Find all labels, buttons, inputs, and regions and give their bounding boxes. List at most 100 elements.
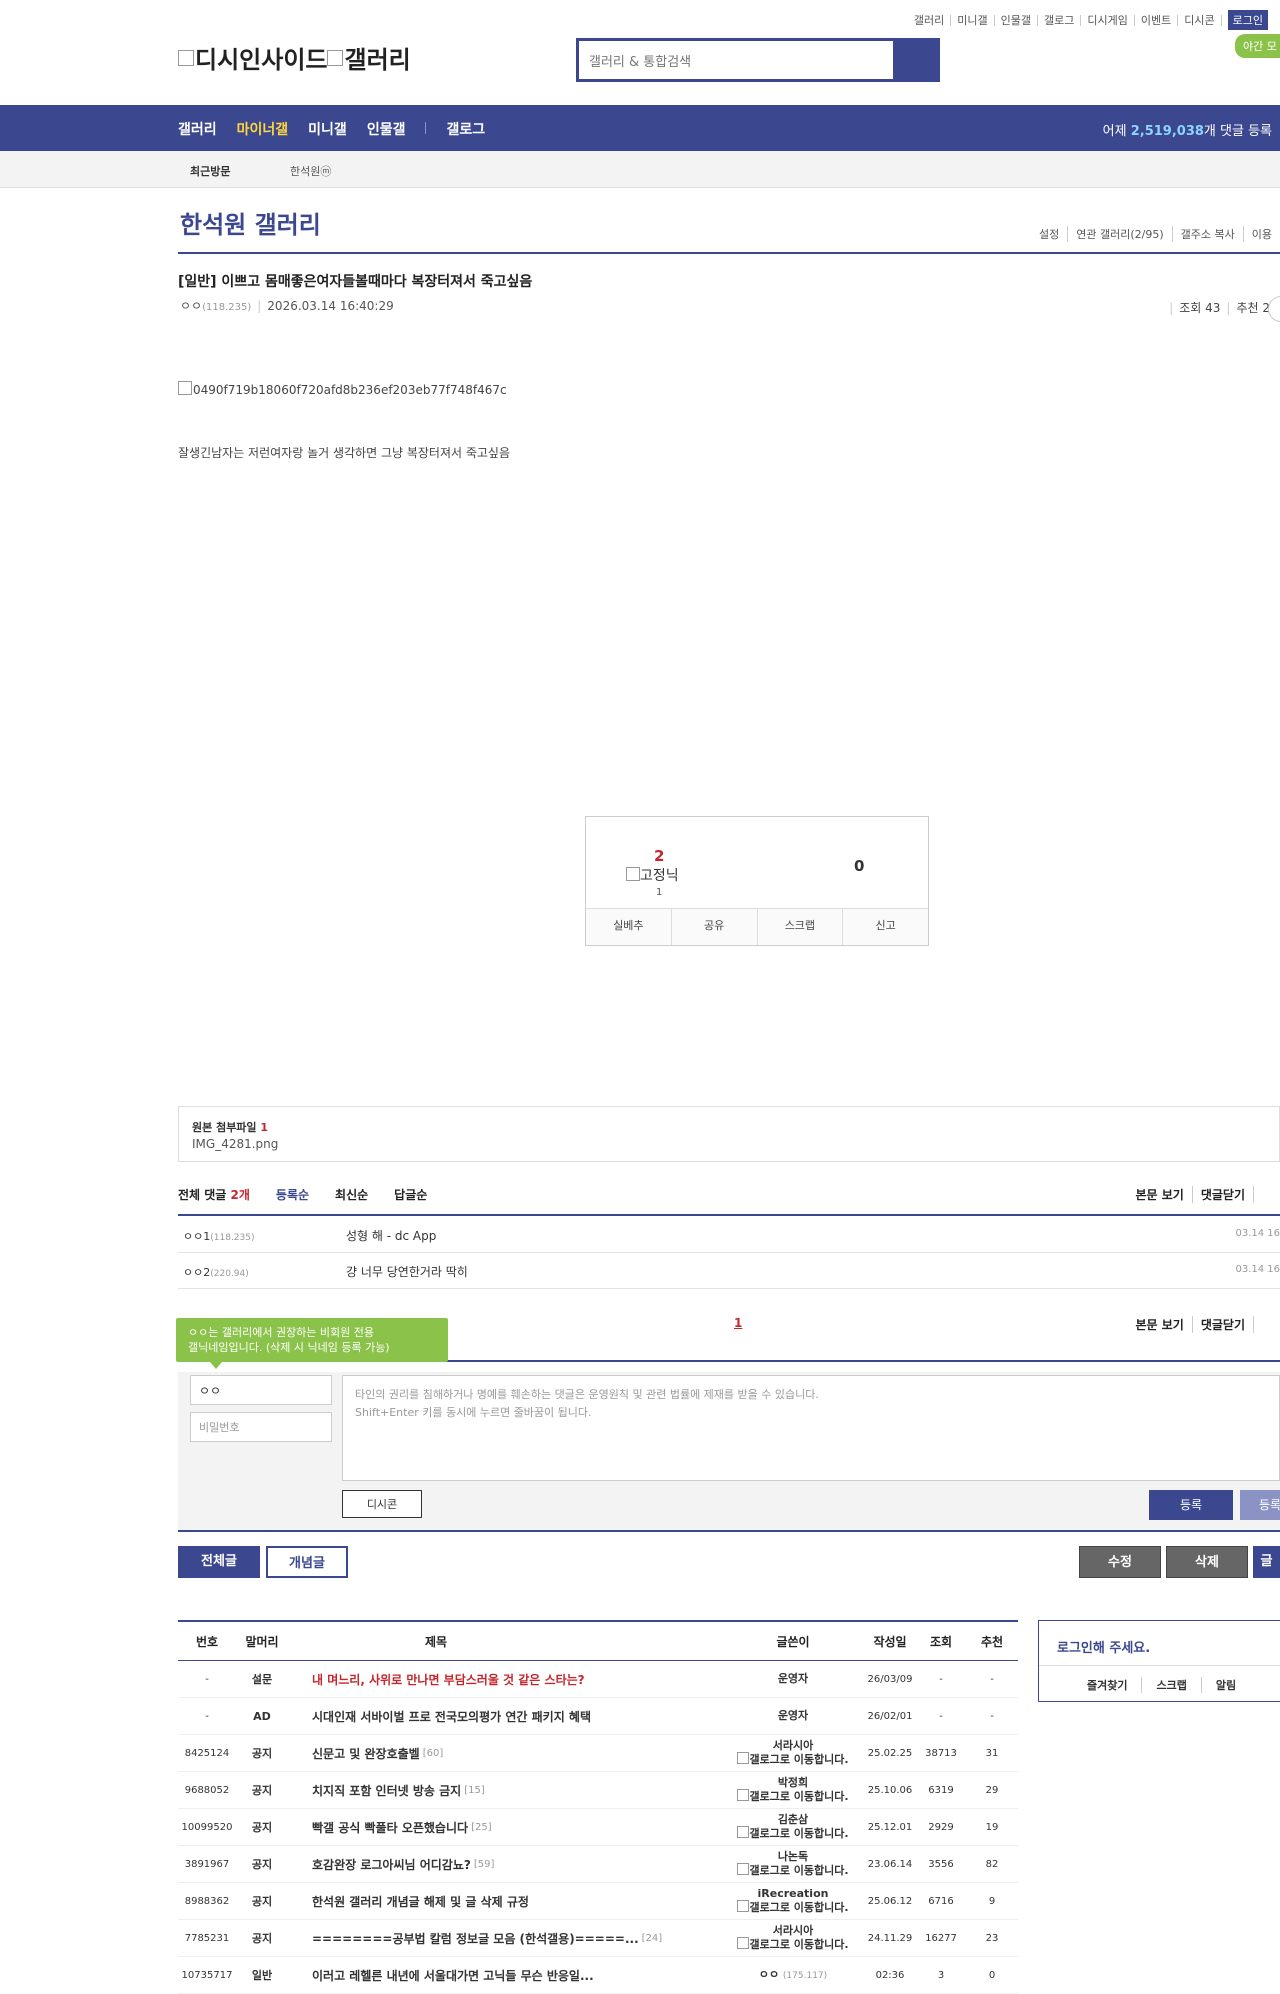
row-title[interactable]: 빡갤 공식 빡풀타 오픈했습니다 [25] xyxy=(312,1809,742,1845)
post-views: 조회 43 xyxy=(1179,301,1221,315)
best-recommend-button[interactable]: 실베추 xyxy=(586,909,671,945)
nav-person[interactable]: 인물갤 xyxy=(367,119,406,139)
concept-posts-button[interactable]: 개념글 xyxy=(266,1546,348,1578)
fixed-nick-count: 1 xyxy=(656,887,663,898)
top-link-gallery[interactable]: 갤러리 xyxy=(908,14,952,26)
night-mode-button[interactable]: 야간 모 xyxy=(1235,34,1280,58)
gallog-link[interactable]: 갤로그로 이동합니다. xyxy=(737,1752,849,1766)
nav-gallog[interactable]: 갤로그 xyxy=(446,119,485,139)
comment-writer[interactable]: ㅇㅇ1(118.235) xyxy=(183,1228,255,1244)
row-title[interactable]: 내 며느리, 사위로 만나면 부담스러울 것 같은 스타는? xyxy=(312,1661,742,1697)
nickname-tooltip: ㅇㅇ는 갤러리에서 권장하는 비회원 전용 갤닉네임입니다. (삭제 시 닉네임 … xyxy=(176,1318,448,1369)
share-button[interactable]: 공유 xyxy=(670,909,757,945)
sort-latest[interactable]: 최신순 xyxy=(335,1186,368,1203)
row-recommend: - xyxy=(990,1710,994,1722)
top-link-event[interactable]: 이벤트 xyxy=(1135,14,1179,26)
comment-text: 성형 해 - dc App xyxy=(346,1229,437,1243)
comment-submit-recommend-button[interactable]: 등록 xyxy=(1240,1490,1280,1520)
view-body-button[interactable]: 본문 보기 xyxy=(1127,1186,1191,1203)
comment-writer[interactable]: ㅇㅇ2(220.94) xyxy=(183,1264,249,1280)
top-link-gallog[interactable]: 갤로그 xyxy=(1038,14,1082,26)
attachment-file[interactable]: IMG_4281.png xyxy=(192,1137,278,1151)
row-views: 2929 xyxy=(928,1821,954,1833)
row-date: 02:36 xyxy=(875,1969,905,1981)
gallog-link[interactable]: 갤로그로 이동합니다. xyxy=(737,1789,849,1803)
top-link-game[interactable]: 디시게임 xyxy=(1081,14,1135,26)
nav-minor[interactable]: 마이너갤 xyxy=(237,119,289,139)
gallog-link[interactable]: 갤로그로 이동합니다. xyxy=(737,1900,849,1914)
row-title[interactable]: 이러고 레헬른 내년에 서울대가면 고닉들 무슨 반응일... xyxy=(312,1957,742,1993)
post-writer[interactable]: ㅇㅇ xyxy=(180,299,202,313)
notification-link[interactable]: 알림 xyxy=(1200,1677,1250,1693)
gallery-title[interactable]: 한석원 갤러리 xyxy=(180,205,321,240)
row-writer[interactable]: 김춘삼 갤로그로 이동합니다. xyxy=(698,1809,888,1845)
row-date: 24.11.29 xyxy=(867,1932,913,1944)
row-title[interactable]: 치지직 포함 인터넷 방송 금지 [15] xyxy=(312,1772,742,1808)
list-row: 10735717 일반 이러고 레헬른 내년에 서울대가면 고닉들 무슨 반응일..… xyxy=(178,1957,1018,1994)
broken-image-icon xyxy=(737,1863,750,1875)
gallog-link[interactable]: 갤로그로 이동합니다. xyxy=(737,1863,849,1877)
list-row: - AD 시대인재 서바이벌 프로 전국모의평가 연간 패키지 혜택 운영자 26/02… xyxy=(178,1698,1018,1735)
row-title[interactable]: 신문고 및 완장호출벨 [60] xyxy=(312,1735,742,1771)
comment-text: 걍 너무 당연한거라 딱히 xyxy=(346,1265,468,1279)
row-title[interactable]: 호감완장 로그아씨님 어디감뇨? [59] xyxy=(312,1846,742,1882)
related-gallery-link[interactable]: 연관 갤러리(2/95) xyxy=(1067,226,1171,242)
gallog-link[interactable]: 갤로그로 이동합니다. xyxy=(737,1937,849,1951)
view-body-button[interactable]: 본문 보기 xyxy=(1127,1316,1191,1333)
broken-image-icon xyxy=(737,1937,750,1949)
row-writer[interactable]: 운영자 xyxy=(698,1661,888,1697)
nav-divider xyxy=(425,122,427,134)
search-input[interactable] xyxy=(587,49,891,75)
row-writer[interactable]: 나논독 갤로그로 이동합니다. xyxy=(698,1846,888,1882)
top-link-mini[interactable]: 미니갤 xyxy=(951,14,995,26)
comment-page-1[interactable]: 1 xyxy=(734,1316,742,1330)
top-link-person[interactable]: 인물갤 xyxy=(995,14,1039,26)
sort-reply[interactable]: 답글순 xyxy=(394,1186,427,1203)
edit-button[interactable]: 수정 xyxy=(1079,1546,1161,1578)
row-recommend: 9 xyxy=(988,1895,996,1907)
search-button[interactable] xyxy=(893,41,937,79)
row-writer[interactable]: iRecreation 갤로그로 이동합니다. xyxy=(698,1883,888,1919)
usage-link[interactable]: 이용 xyxy=(1242,226,1280,242)
comment-textarea[interactable]: 타인의 권리를 침해하거나 명예를 훼손하는 댓글은 운영원칙 및 관련 법률에… xyxy=(342,1375,1280,1481)
downvote-count[interactable]: 0 xyxy=(854,857,864,875)
nav-mini[interactable]: 미니갤 xyxy=(308,119,347,139)
upvote-count[interactable]: 2 xyxy=(654,847,664,865)
row-title[interactable]: 시대인재 서바이벌 프로 전국모의평가 연간 패키지 혜택 xyxy=(312,1698,742,1734)
all-posts-button[interactable]: 전체글 xyxy=(178,1546,260,1578)
favorites-link[interactable]: 즐겨찾기 xyxy=(1087,1677,1141,1693)
row-writer[interactable]: 운영자 xyxy=(698,1698,888,1734)
copy-address-link[interactable]: 갤주소 복사 xyxy=(1171,226,1243,242)
close-comments-button[interactable]: 댓글닫기 xyxy=(1191,1316,1253,1333)
sort-registered[interactable]: 등록순 xyxy=(276,1186,309,1203)
row-writer[interactable]: ㅇㅇ (175.117) xyxy=(698,1957,888,1993)
dccon-button[interactable]: 디시콘 xyxy=(342,1490,422,1518)
row-writer[interactable]: 서라시아 갤로그로 이동합니다. xyxy=(698,1920,888,1956)
gallog-link[interactable]: 갤로그로 이동합니다. xyxy=(737,1826,849,1840)
write-button[interactable]: 글 xyxy=(1253,1546,1280,1578)
gallery-settings-link[interactable]: 설정 xyxy=(1031,226,1067,242)
row-writer[interactable]: 박정희 갤로그로 이동합니다. xyxy=(698,1772,888,1808)
row-writer[interactable]: 서라시아 갤로그로 이동합니다. xyxy=(698,1735,888,1771)
nav-gallery[interactable]: 갤러리 xyxy=(178,119,217,139)
row-number: 8988362 xyxy=(184,1895,230,1907)
comment-submit-button[interactable]: 등록 xyxy=(1149,1490,1233,1520)
login-button[interactable]: 로그인 xyxy=(1227,10,1268,30)
list-row: 10099520 공지 빡갤 공식 빡풀타 오픈했습니다 [25] 김춘삼 갤로그로 이동… xyxy=(178,1809,1018,1846)
row-title[interactable]: ========공부법 칼럼 정보글 모음 (한석갤용)=====... [24] xyxy=(312,1920,742,1956)
close-comments-button[interactable]: 댓글닫기 xyxy=(1191,1186,1253,1203)
scrap-link[interactable]: 스크랩 xyxy=(1141,1677,1200,1693)
row-title[interactable]: 한석원 갤러리 개념글 해제 및 글 삭제 규정 xyxy=(312,1883,742,1919)
password-field[interactable]: 비밀번호 xyxy=(190,1412,332,1442)
login-prompt[interactable]: 로그인해 주세요. xyxy=(1057,1637,1150,1656)
report-button[interactable]: 신고 xyxy=(842,909,928,945)
row-date: 26/02/01 xyxy=(867,1710,913,1722)
comment-stats: 어제 2,519,038개 댓글 등록 xyxy=(1102,124,1272,139)
recent-visit-item[interactable]: 한석원ⓜ xyxy=(290,163,331,179)
nickname-field[interactable]: ㅇㅇ xyxy=(190,1375,332,1405)
delete-button[interactable]: 삭제 xyxy=(1166,1546,1248,1578)
main-nav: 갤러리 마이너갤 미니갤 인물갤 갤로그 어제 2,519,038개 댓글 등록 xyxy=(0,105,1280,151)
scrap-button[interactable]: 스크랩 xyxy=(756,909,843,945)
top-link-dccon[interactable]: 디시콘 xyxy=(1178,14,1222,26)
site-logo[interactable]: 디시인사이드 갤러리 xyxy=(178,40,411,75)
